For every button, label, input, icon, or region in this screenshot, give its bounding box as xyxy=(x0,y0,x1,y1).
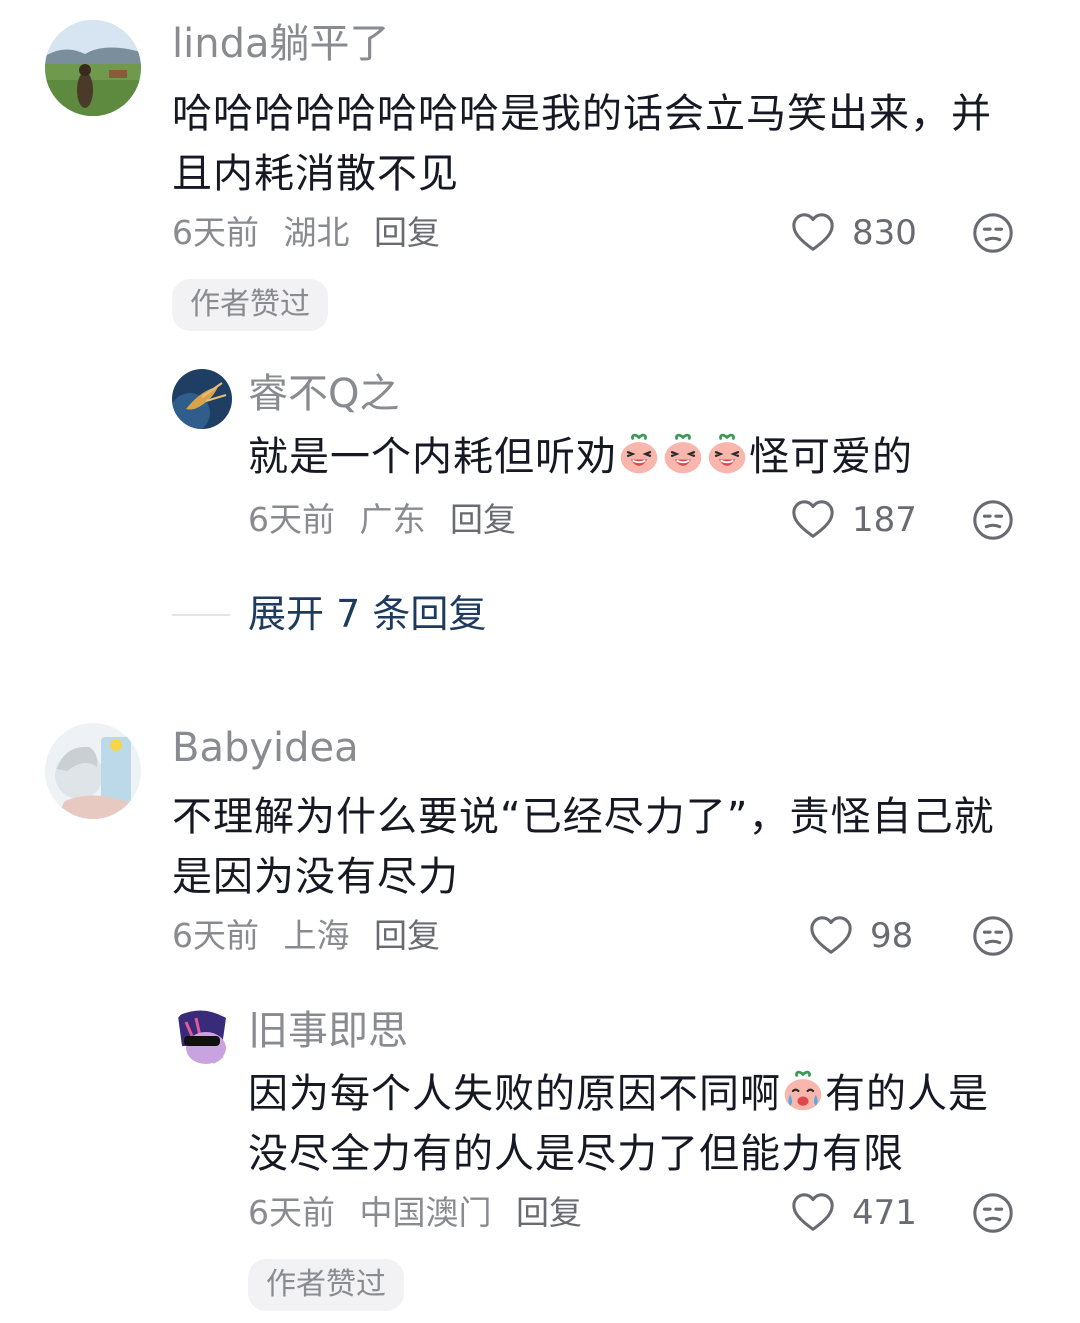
avatar-image xyxy=(172,369,232,429)
comment-meta: 6天前 上海 回复 xyxy=(172,916,454,956)
comment-time: 6天前 xyxy=(172,916,259,955)
laughing-peach-emoji-icon xyxy=(617,432,661,476)
avatar[interactable] xyxy=(172,1006,232,1066)
reply-meta: 6天前 中国澳门 回复 xyxy=(248,1193,596,1233)
author-liked-badge: 作者赞过 xyxy=(172,279,328,331)
laughing-peach-emoji-icon xyxy=(661,432,705,476)
reply-text-before: 就是一个内耗但听劝 xyxy=(248,434,617,480)
comment-username[interactable]: linda躺平了 xyxy=(172,20,389,68)
dislike-face-icon[interactable] xyxy=(970,210,1016,256)
reply-meta: 6天前 广东 回复 xyxy=(248,500,530,540)
like-heart-icon[interactable] xyxy=(790,210,836,256)
avatar[interactable] xyxy=(45,20,141,116)
comment-location: 上海 xyxy=(283,916,350,955)
like-heart-icon[interactable] xyxy=(790,1190,836,1236)
like-heart-icon[interactable] xyxy=(790,497,836,543)
comment-location: 湖北 xyxy=(283,213,350,252)
avatar-image xyxy=(172,1006,232,1066)
crying-peach-emoji-icon xyxy=(781,1069,825,1113)
laughing-peach-emoji-icon xyxy=(705,432,749,476)
reply-username[interactable]: 睿不Q之 xyxy=(248,370,399,418)
dislike-face-icon[interactable] xyxy=(970,497,1016,543)
reply-text-after: 怪可爱的 xyxy=(749,434,913,480)
like-heart-icon[interactable] xyxy=(808,913,854,959)
avatar[interactable] xyxy=(172,369,232,429)
comment-username[interactable]: Babyidea xyxy=(172,724,359,772)
reply-button[interactable]: 回复 xyxy=(374,916,440,955)
comment-text: 哈哈哈哈哈哈哈哈是我的话会立马笑出来，并且内耗消散不见 xyxy=(172,91,992,197)
reply-button[interactable]: 回复 xyxy=(450,500,516,539)
reply-button[interactable]: 回复 xyxy=(516,1193,582,1232)
like-count: 98 xyxy=(870,916,914,956)
reply-location: 广东 xyxy=(359,500,426,539)
dislike-face-icon[interactable] xyxy=(970,1190,1016,1236)
reply-text: 就是一个内耗但听劝 怪可爱的 xyxy=(248,427,1028,487)
avatar-image xyxy=(45,723,141,819)
reply-location: 中国澳门 xyxy=(359,1193,492,1232)
reply-time: 6天前 xyxy=(248,1193,335,1232)
like-count: 187 xyxy=(852,500,917,540)
avatar[interactable] xyxy=(45,723,141,819)
author-liked-badge: 作者赞过 xyxy=(248,1259,404,1311)
like-count: 471 xyxy=(852,1193,917,1233)
expand-replies-button[interactable]: 展开 7 条回复 xyxy=(248,589,486,639)
avatar-image xyxy=(45,20,141,116)
like-count: 830 xyxy=(852,213,917,253)
reply-text-before: 因为每个人失败的原因不同啊 xyxy=(248,1071,781,1117)
reply-button[interactable]: 回复 xyxy=(374,213,440,252)
comment-text: 不理解为什么要说“已经尽力了”，责怪自己就是因为没有尽力 xyxy=(172,794,995,900)
comment-meta: 6天前 湖北 回复 xyxy=(172,213,454,253)
reply-text: 因为每个人失败的原因不同啊 有的人是没尽全力有的人是尽力了但能力有限 xyxy=(248,1064,1028,1184)
comment-time: 6天前 xyxy=(172,213,259,252)
reply-username[interactable]: 旧事即思 xyxy=(248,1007,408,1055)
dislike-face-icon[interactable] xyxy=(970,913,1016,959)
expand-divider xyxy=(172,614,230,616)
reply-time: 6天前 xyxy=(248,500,335,539)
